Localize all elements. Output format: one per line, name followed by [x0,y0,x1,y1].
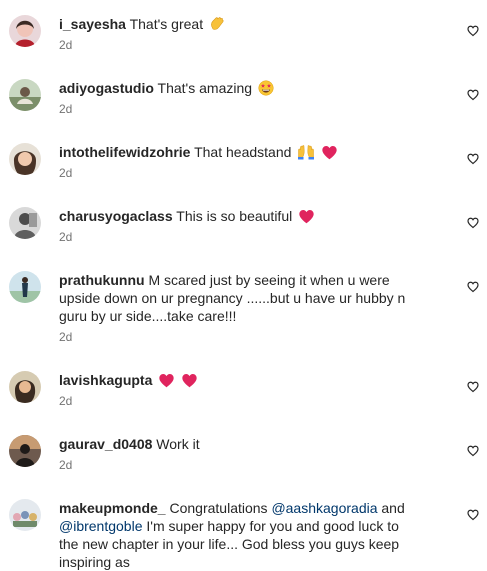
comment-text: makeupmonde_ Congratulations @aashkagora… [59,499,411,571]
red-heart-icon [158,373,175,388]
comment-time[interactable]: 2d [59,37,411,53]
comment-username[interactable]: adiyogastudio [59,80,154,96]
avatar[interactable] [9,207,41,239]
comment-message-part: Congratulations [169,500,272,516]
comment-username[interactable]: i_sayesha [59,16,126,32]
comment-message: This is so beautiful [176,208,293,224]
heart-outline-icon[interactable] [467,509,479,521]
heart-outline-icon[interactable] [467,25,479,37]
comment-time[interactable]: 2d [59,101,411,117]
comment-body: charusyogaclass This is so beautiful 2d [59,207,411,245]
comment-text: lavishkagupta [59,371,411,389]
heart-outline-icon[interactable] [467,89,479,101]
clapping-hands-icon [209,16,225,32]
mention-link[interactable]: @ibrentgoble [59,518,143,534]
avatar[interactable] [9,271,41,303]
red-heart-icon [298,209,315,224]
comment-body: intothelifewidzohrie That headstand 2d [59,143,411,181]
avatar[interactable] [9,143,41,175]
comment-username[interactable]: prathukunnu [59,272,145,288]
comment-username[interactable]: makeupmonde_ [59,500,166,516]
comment-body: adiyogastudio That's amazing 2d [59,79,411,117]
comment-body: makeupmonde_ Congratulations @aashkagora… [59,499,411,571]
avatar[interactable] [9,15,41,47]
mention-link[interactable]: @aashkagoradia [271,500,377,516]
comment-text: charusyogaclass This is so beautiful [59,207,411,225]
comment-message: That's amazing [157,80,253,96]
comment-text: intothelifewidzohrie That headstand [59,143,411,161]
avatar[interactable] [9,371,41,403]
heart-outline-icon[interactable] [467,153,479,165]
red-heart-icon [321,145,338,160]
comment-body: lavishkagupta 2d [59,371,411,409]
comment-username[interactable]: intothelifewidzohrie [59,144,190,160]
heart-outline-icon[interactable] [467,445,479,457]
avatar[interactable] [9,435,41,467]
comment-body: i_sayesha That's great 2d [59,15,411,53]
raising-hands-icon [297,144,315,160]
comment-body: gaurav_d0408 Work it 2d [59,435,411,473]
comment-message: That's great [129,16,204,32]
red-heart-icon [181,373,198,388]
comment-message: That headstand [194,144,292,160]
avatar[interactable] [9,499,41,531]
comment-message: Work it [156,436,200,452]
comment-username[interactable]: charusyogaclass [59,208,173,224]
comment-text: prathukunnu M scared just by seeing it w… [59,271,411,325]
comment-time[interactable]: 2d [59,457,411,473]
star-struck-icon [258,80,274,96]
comment-time[interactable]: 2d [59,165,411,181]
comment-username[interactable]: gaurav_d0408 [59,436,152,452]
comment-time[interactable]: 2d [59,229,411,245]
comment-time[interactable]: 2d [59,393,411,409]
comment-message-part: and [377,500,405,516]
comment-body: prathukunnu M scared just by seeing it w… [59,271,411,345]
comment-text: i_sayesha That's great [59,15,411,33]
comment-time[interactable]: 2d [59,329,411,345]
heart-outline-icon[interactable] [467,281,479,293]
comment-username[interactable]: lavishkagupta [59,372,152,388]
heart-outline-icon[interactable] [467,217,479,229]
heart-outline-icon[interactable] [467,381,479,393]
comment-text: adiyogastudio That's amazing [59,79,411,97]
avatar[interactable] [9,79,41,111]
comment-text: gaurav_d0408 Work it [59,435,411,453]
